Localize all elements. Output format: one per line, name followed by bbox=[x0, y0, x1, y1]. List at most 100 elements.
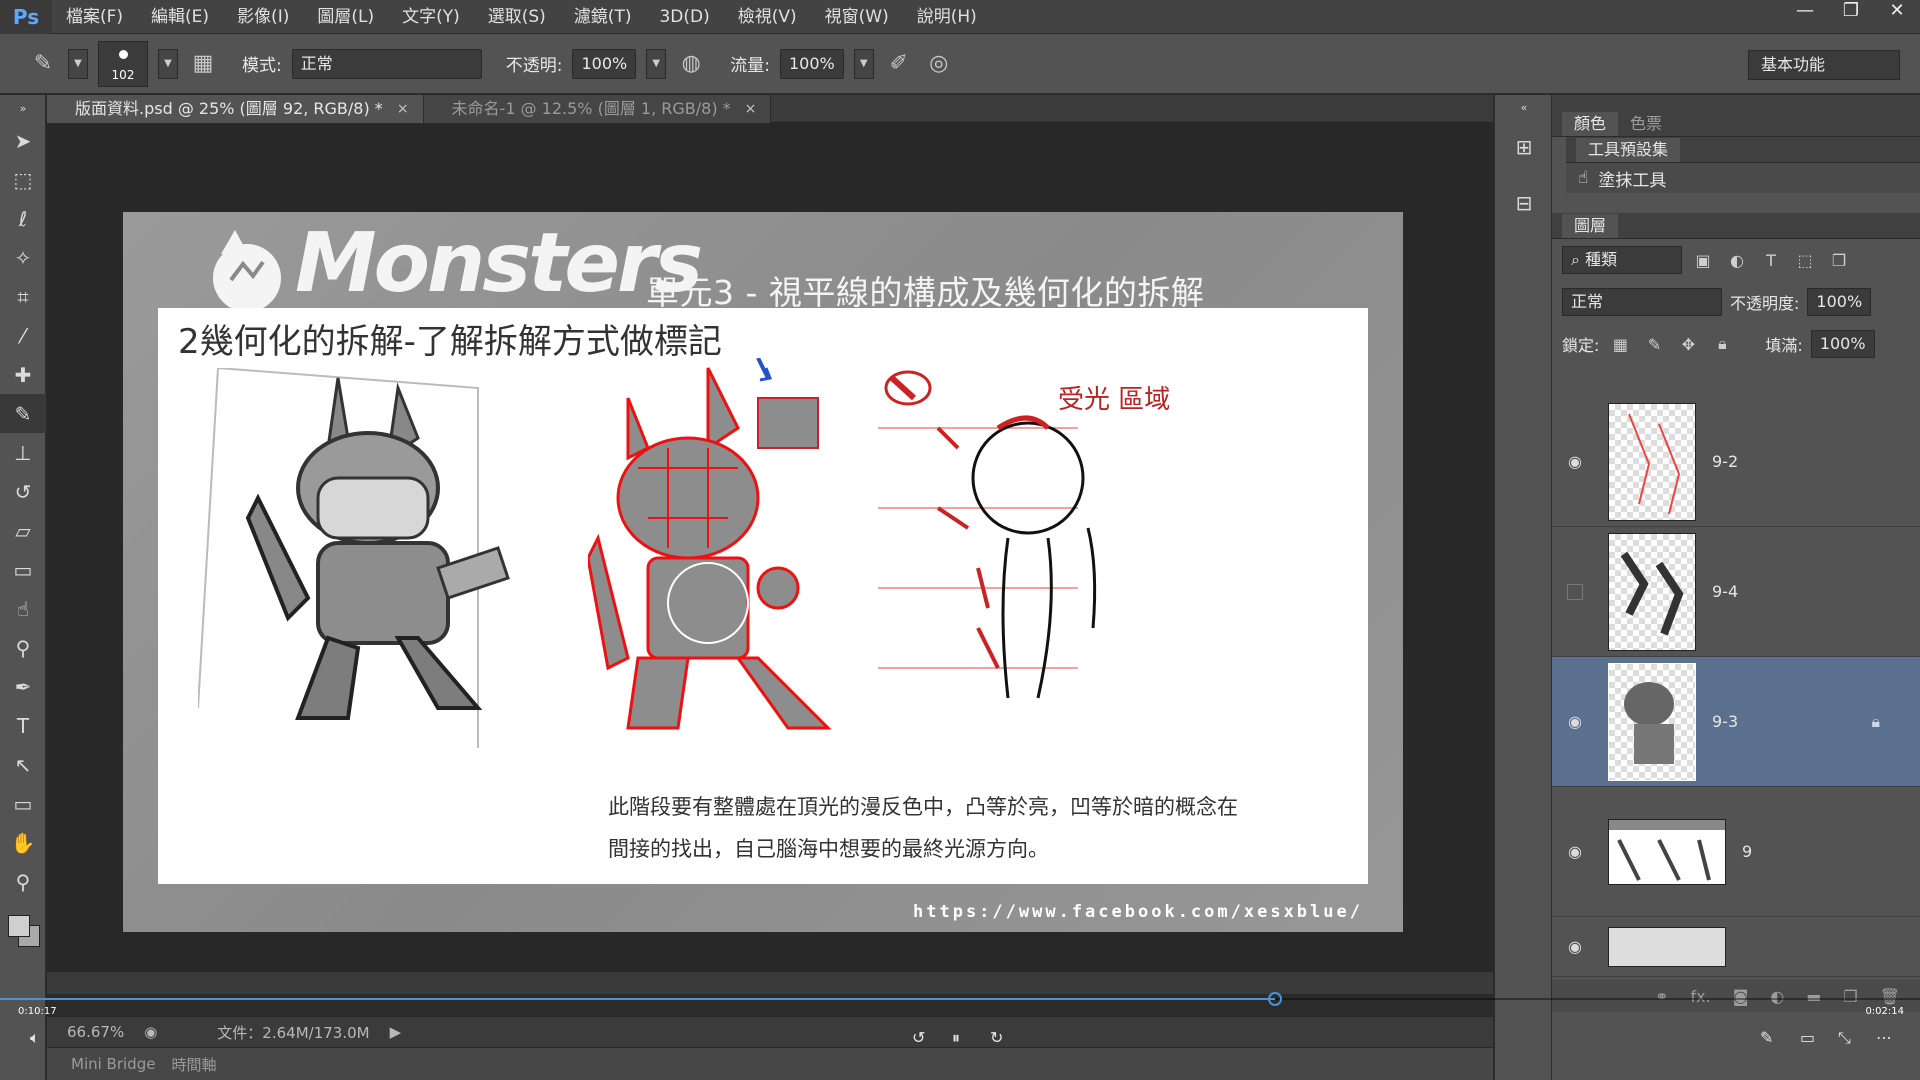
menu-view[interactable]: 檢視(V) bbox=[724, 0, 811, 34]
healing-brush-tool-icon[interactable]: ✚ bbox=[0, 355, 46, 394]
minimize-button[interactable]: — bbox=[1782, 0, 1828, 24]
layer-filter-kind-select[interactable]: ⌕ 種類 bbox=[1562, 246, 1682, 274]
menu-select[interactable]: 選取(S) bbox=[474, 0, 560, 34]
tab-layers[interactable]: 圖層 bbox=[1562, 214, 1619, 238]
menu-3d[interactable]: 3D(D) bbox=[645, 0, 723, 34]
menu-help[interactable]: 說明(H) bbox=[903, 0, 991, 34]
eye-icon[interactable]: ◉ bbox=[1552, 452, 1598, 471]
lasso-tool-icon[interactable]: ℓ bbox=[0, 199, 46, 238]
menu-image[interactable]: 影像(I) bbox=[223, 0, 303, 34]
layer-row[interactable]: ◉ 9-3 🔒︎ bbox=[1552, 657, 1920, 787]
lock-pixels-icon[interactable]: ✎ bbox=[1641, 331, 1667, 357]
path-selection-tool-icon[interactable]: ↖ bbox=[0, 745, 46, 784]
toolbar-collapse-icon[interactable]: » bbox=[0, 95, 46, 121]
lock-all-icon[interactable]: 🔒︎ bbox=[1709, 331, 1735, 357]
preset-smudge-tool[interactable]: ☝ 塗抹工具 bbox=[1566, 163, 1920, 193]
gradient-tool-icon[interactable]: ▭ bbox=[0, 550, 46, 589]
workspace-select[interactable]: 基本功能 bbox=[1748, 50, 1900, 80]
canvas-horizontal-scrollbar[interactable] bbox=[47, 972, 1493, 994]
magic-wand-tool-icon[interactable]: ✧ bbox=[0, 238, 46, 277]
filter-pixel-icon[interactable]: ▣ bbox=[1690, 247, 1716, 273]
blend-mode-select[interactable]: 正常 bbox=[1562, 288, 1722, 316]
smudge-tool-icon[interactable]: ☝ bbox=[0, 589, 46, 628]
volume-icon[interactable]: 🔈︎ bbox=[30, 1028, 40, 1048]
clone-stamp-tool-icon[interactable]: ⊥ bbox=[0, 433, 46, 472]
brush-size-picker[interactable]: 102 bbox=[98, 40, 148, 87]
artboard[interactable]: Monsters 單元3 - 視平線的構成及幾何化的拆解 2幾何化的拆解-了解拆… bbox=[123, 212, 1403, 932]
layer-row[interactable]: ◉ 9-2 bbox=[1552, 397, 1920, 527]
mode-select[interactable]: 正常 bbox=[291, 48, 482, 79]
lock-position-icon[interactable]: ✥ bbox=[1675, 331, 1701, 357]
close-button[interactable]: ✕ bbox=[1874, 0, 1920, 24]
pressure-size-icon[interactable]: ◎ bbox=[924, 49, 954, 79]
crop-tool-icon[interactable]: ⌗ bbox=[0, 277, 46, 316]
eye-icon[interactable]: ◉ bbox=[1552, 937, 1598, 956]
brush-picker-dropdown[interactable]: ▼ bbox=[158, 48, 178, 79]
pen-tool-icon[interactable]: ✒ bbox=[0, 667, 46, 706]
fill-input[interactable]: 100% bbox=[1810, 330, 1875, 358]
tab-document-1[interactable]: 版面資料.psd @ 25% (圖層 92, RGB/8) * × bbox=[47, 95, 424, 123]
brush-panel-toggle-icon[interactable]: ▦ bbox=[188, 49, 218, 79]
tool-preset-dropdown[interactable]: ▼ bbox=[68, 48, 88, 79]
pause-icon[interactable]: ⏸︎ bbox=[952, 1028, 960, 1048]
menu-layer[interactable]: 圖層(L) bbox=[303, 0, 388, 34]
maximize-button[interactable]: ❐ bbox=[1828, 0, 1874, 24]
lock-transparency-icon[interactable]: ▦ bbox=[1607, 331, 1633, 357]
menu-type[interactable]: 文字(Y) bbox=[388, 0, 474, 34]
zoom-tool-icon[interactable]: ⚲ bbox=[0, 862, 46, 901]
panel-collapse-icon[interactable]: « bbox=[1495, 95, 1553, 119]
flow-slider-toggle[interactable]: ▼ bbox=[853, 48, 874, 79]
layer-opacity-input[interactable]: 100% bbox=[1807, 288, 1872, 316]
foreground-color-swatch[interactable] bbox=[8, 915, 30, 937]
layer-row[interactable]: 9-4 bbox=[1552, 527, 1920, 657]
caption-icon[interactable]: ▭ bbox=[1800, 1028, 1815, 1047]
eye-icon[interactable]: ◉ bbox=[1552, 842, 1598, 861]
progress-knob[interactable] bbox=[1267, 992, 1282, 1006]
menu-window[interactable]: 視窗(W) bbox=[811, 0, 903, 34]
tab-timeline[interactable]: 時間軸 bbox=[171, 1054, 216, 1075]
canvas-area[interactable]: Monsters 單元3 - 視平線的構成及幾何化的拆解 2幾何化的拆解-了解拆… bbox=[47, 124, 1493, 994]
dodge-tool-icon[interactable]: ⚲ bbox=[0, 628, 46, 667]
type-tool-icon[interactable]: T bbox=[0, 706, 46, 745]
filter-shape-icon[interactable]: ⬚ bbox=[1792, 247, 1818, 273]
filter-type-icon[interactable]: T bbox=[1758, 247, 1784, 273]
rewind-10-icon[interactable]: ↺ bbox=[912, 1028, 925, 1047]
move-tool-icon[interactable]: ➤ bbox=[0, 121, 46, 160]
video-progress-bar[interactable] bbox=[0, 992, 1920, 1016]
fullscreen-icon[interactable]: ⤡ bbox=[1838, 1028, 1851, 1048]
rectangle-tool-icon[interactable]: ▭ bbox=[0, 784, 46, 823]
history-panel-icon[interactable]: ⊞ bbox=[1495, 119, 1553, 175]
marquee-tool-icon[interactable]: ⬚ bbox=[0, 160, 46, 199]
tab-swatches[interactable]: 色票 bbox=[1618, 112, 1674, 136]
eyedropper-tool-icon[interactable]: ⁄ bbox=[0, 316, 46, 355]
menu-file[interactable]: 檔案(F) bbox=[52, 0, 137, 34]
layer-row[interactable]: ◉ bbox=[1552, 917, 1920, 977]
flow-input[interactable]: 100% bbox=[779, 48, 844, 79]
tab-document-2[interactable]: 未命名-1 @ 12.5% (圖層 1, RGB/8) * × bbox=[423, 95, 772, 123]
layer-row[interactable]: ◉ 9 bbox=[1552, 787, 1920, 917]
menu-filter[interactable]: 濾鏡(T) bbox=[560, 0, 646, 34]
filter-adjustment-icon[interactable]: ◐ bbox=[1724, 247, 1750, 273]
tab-document-2-close-icon[interactable]: × bbox=[745, 95, 757, 123]
more-options-icon[interactable]: ⋯ bbox=[1876, 1028, 1892, 1047]
history-brush-tool-icon[interactable]: ↺ bbox=[0, 472, 46, 511]
filter-smart-object-icon[interactable]: ❒ bbox=[1826, 247, 1852, 273]
visibility-toggle-empty[interactable] bbox=[1567, 583, 1583, 600]
draw-icon[interactable]: ✎ bbox=[1760, 1028, 1773, 1047]
tab-tool-presets[interactable]: 工具預設集 bbox=[1576, 138, 1681, 162]
tab-mini-bridge[interactable]: Mini Bridge bbox=[71, 1055, 155, 1073]
tab-color[interactable]: 顏色 bbox=[1562, 112, 1619, 136]
hand-tool-icon[interactable]: ✋ bbox=[0, 823, 46, 862]
forward-30-icon[interactable]: ↻ bbox=[990, 1028, 1003, 1047]
eye-icon[interactable]: ◉ bbox=[1552, 712, 1598, 731]
brush-tool-icon[interactable]: ✎ bbox=[0, 394, 46, 433]
menu-edit[interactable]: 編輯(E) bbox=[137, 0, 223, 34]
eraser-tool-icon[interactable]: ▱ bbox=[0, 511, 46, 550]
opacity-slider-toggle[interactable]: ▼ bbox=[646, 48, 667, 79]
pressure-opacity-icon[interactable]: ◍ bbox=[676, 49, 706, 79]
brush-tool-preset-icon[interactable]: ✎ bbox=[28, 49, 58, 79]
tab-document-1-close-icon[interactable]: × bbox=[397, 95, 409, 123]
airbrush-icon[interactable]: ✐ bbox=[884, 49, 914, 79]
opacity-input[interactable]: 100% bbox=[572, 48, 637, 79]
properties-panel-icon[interactable]: ⊟ bbox=[1495, 175, 1553, 231]
